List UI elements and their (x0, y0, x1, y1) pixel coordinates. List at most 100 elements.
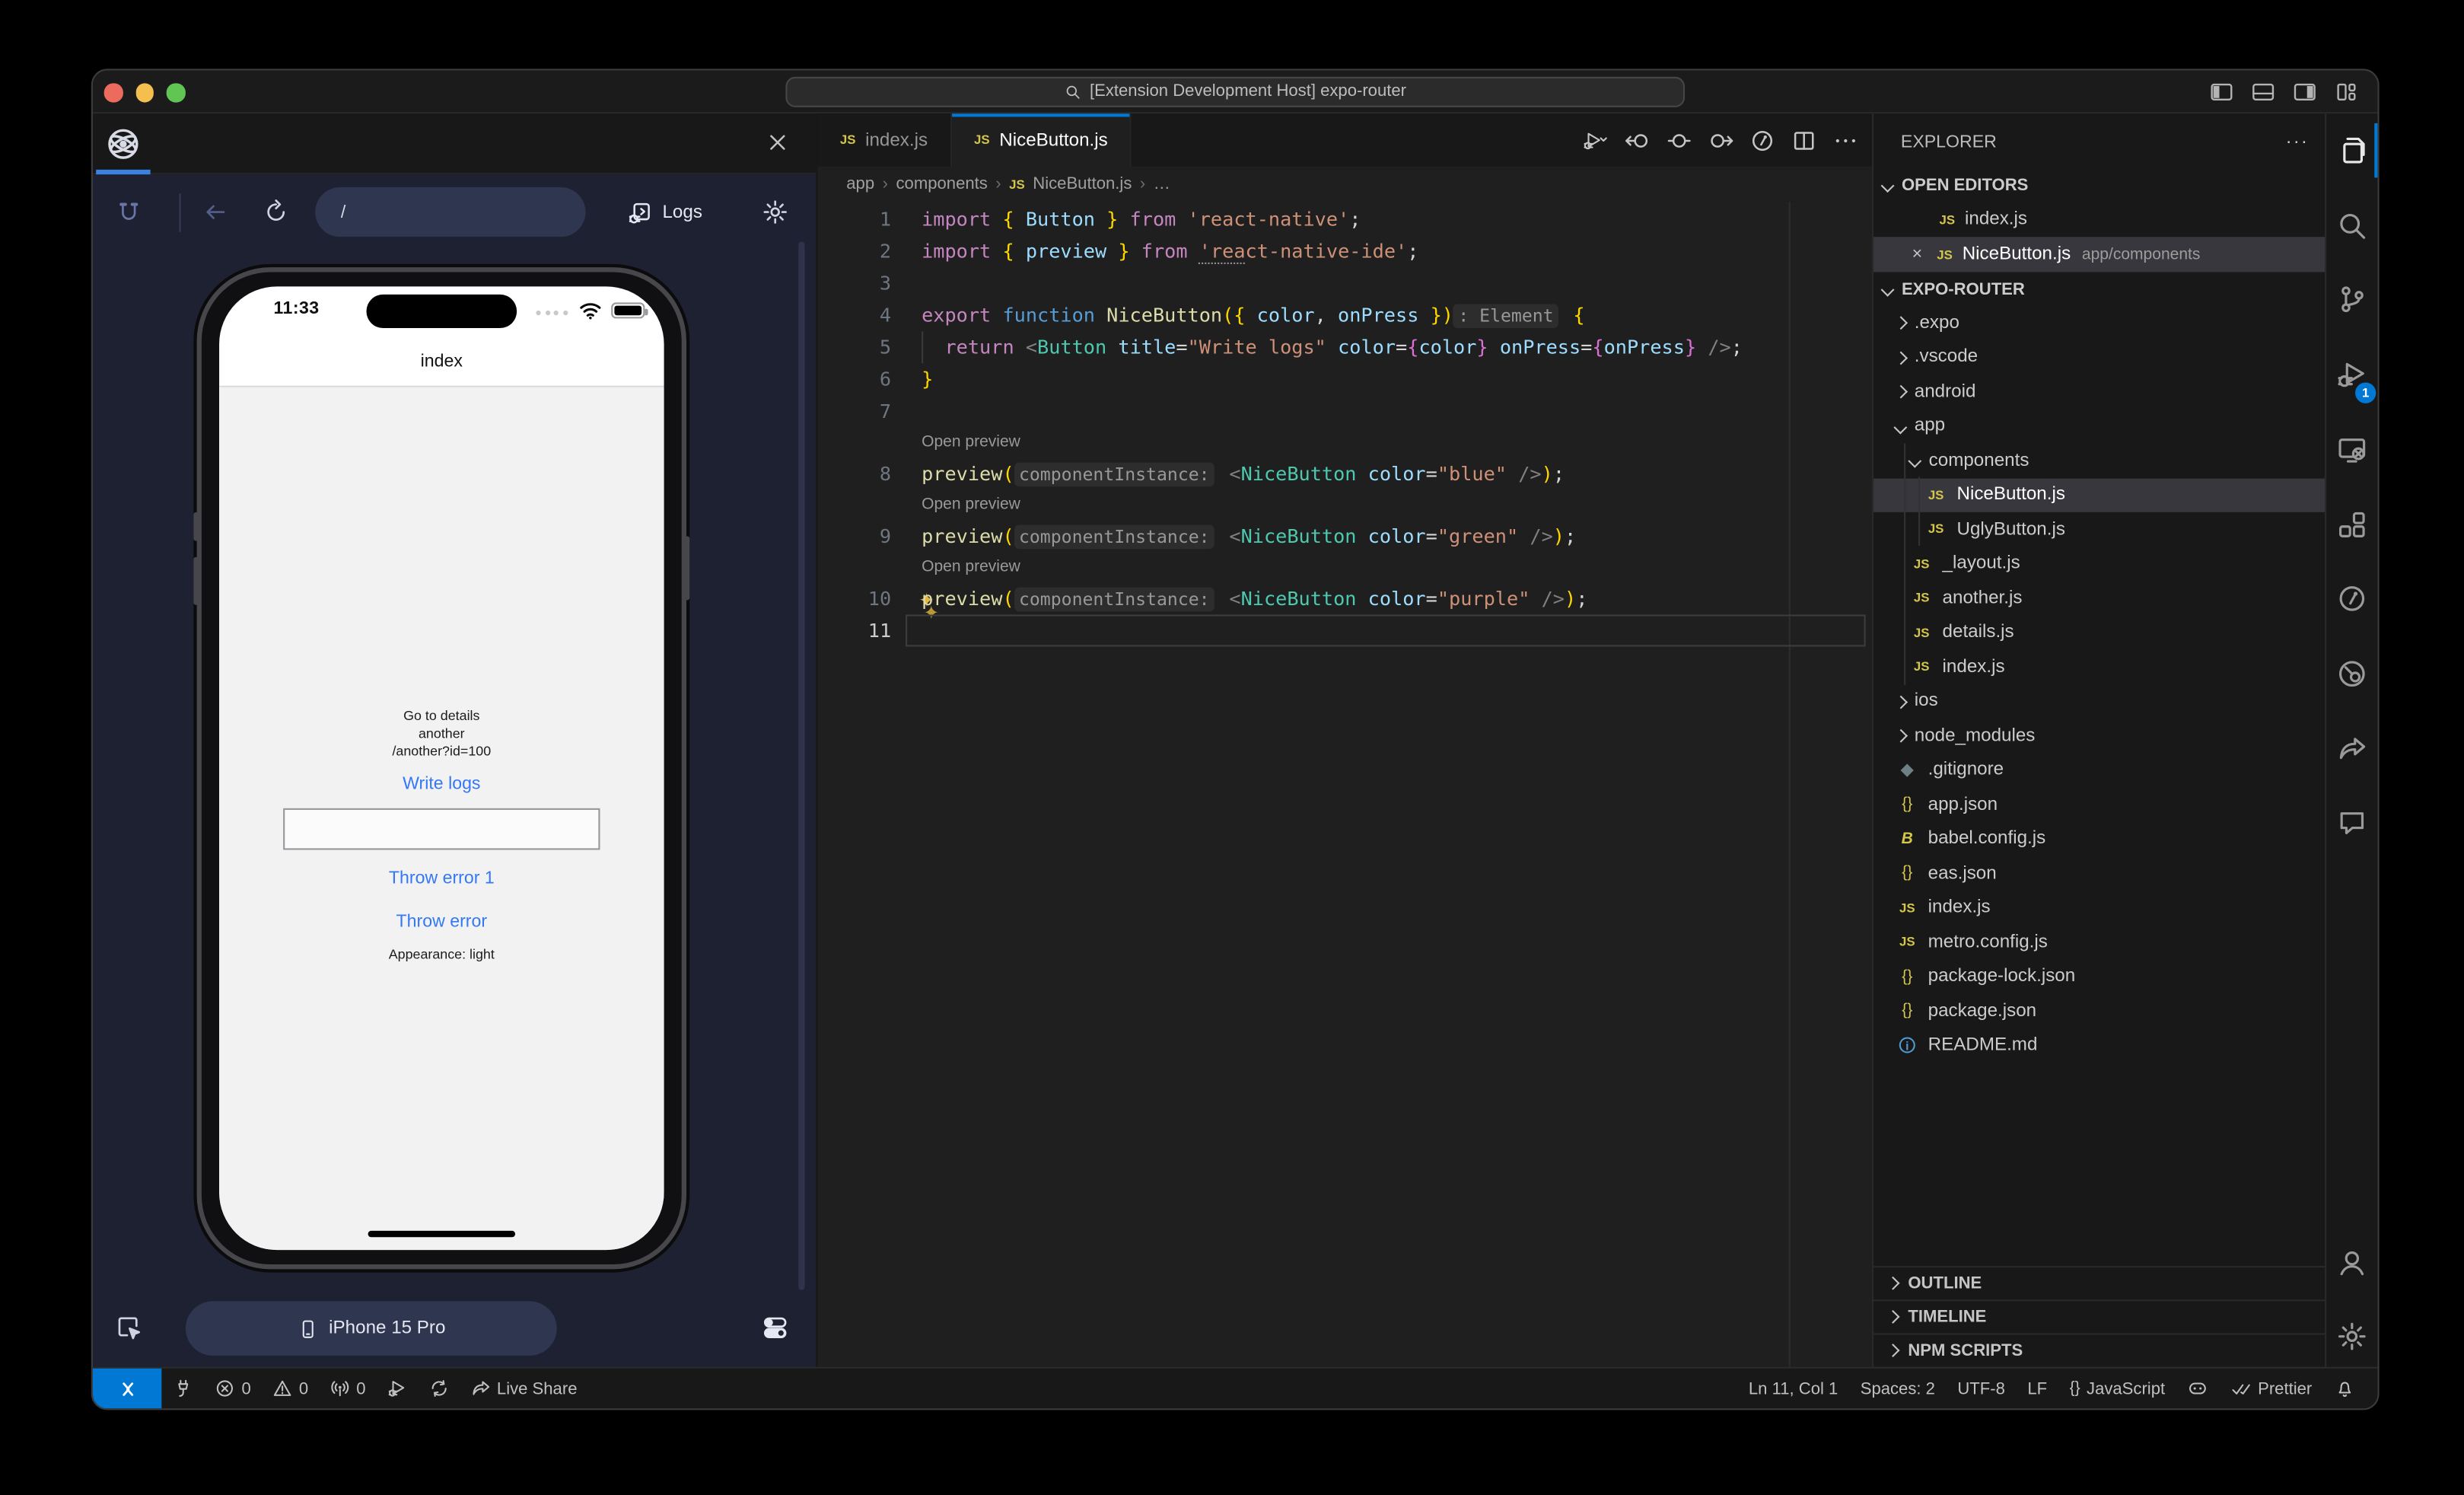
tab-radon-ide[interactable] (96, 113, 150, 174)
tree-item-package-json[interactable]: {}package.json (1873, 994, 2325, 1028)
panel-left-icon[interactable] (2210, 80, 2234, 104)
tree-item--expo[interactable]: .expo (1873, 306, 2325, 340)
reload-icon[interactable] (263, 199, 290, 226)
close-window-button[interactable] (104, 83, 123, 101)
breadcrumb-item[interactable]: … (1154, 174, 1170, 193)
activity-references-icon[interactable] (2326, 642, 2377, 706)
tree-item-index-js[interactable]: JSindex.js (1873, 891, 2325, 925)
activity-explorer-icon[interactable] (2326, 119, 2377, 183)
tree-item-eas-json[interactable]: {}eas.json (1873, 856, 2325, 891)
tree-item--vscode[interactable]: .vscode (1873, 340, 2325, 375)
activity-device-preview-icon[interactable] (2326, 417, 2377, 481)
breadcrumb-item[interactable]: NiceButton.js (1033, 174, 1132, 193)
status-encoding[interactable]: UTF-8 (1957, 1379, 2005, 1398)
panel-scrollbar[interactable] (798, 241, 804, 1289)
activity-extensions-icon[interactable] (2326, 492, 2377, 556)
phone-text-input[interactable] (283, 808, 600, 850)
activity-comments-icon[interactable] (2326, 791, 2377, 855)
breadcrumb-item[interactable]: app (846, 174, 874, 193)
throw-error-button[interactable]: Throw error (396, 912, 488, 931)
url-bar[interactable]: / (315, 187, 585, 237)
tree-item-babel-config-js[interactable]: Bbabel.config.js (1873, 822, 2325, 856)
section-npm-scripts[interactable]: NPM SCRIPTS (1873, 1333, 2325, 1366)
open-preview-codelens[interactable]: Open preview (922, 552, 1020, 582)
status-errors[interactable]: 0 (215, 1378, 251, 1398)
settings-gear-icon[interactable] (762, 199, 789, 226)
layout-grid-icon[interactable] (2335, 80, 2359, 104)
activity-account-icon[interactable] (2326, 1231, 2377, 1295)
another-id-link[interactable]: /another?id=100 (392, 743, 491, 760)
step-dot-icon[interactable] (1666, 127, 1693, 153)
activity-search-icon[interactable] (2326, 193, 2377, 257)
tree-item-nicebutton-js[interactable]: JSNiceButton.js (1873, 478, 2325, 512)
activity-source-control-icon[interactable] (2326, 268, 2377, 332)
run-dropdown-icon[interactable] (1582, 127, 1609, 153)
status-copilot[interactable] (2188, 1378, 2208, 1398)
close-panel-icon[interactable] (765, 129, 791, 155)
tree-item-details-js[interactable]: JSdetails.js (1873, 615, 2325, 649)
inspect-element-icon[interactable] (115, 199, 142, 226)
step-back-icon[interactable] (1624, 127, 1651, 153)
minimize-window-button[interactable] (135, 83, 154, 101)
tree-item-ios[interactable]: ios (1873, 684, 2325, 719)
tree-item-app-json[interactable]: {}app.json (1873, 787, 2325, 821)
throw-error-1-button[interactable]: Throw error 1 (389, 869, 495, 888)
activity-share-icon[interactable] (2326, 716, 2377, 780)
more-actions-icon[interactable]: ··· (2286, 132, 2309, 151)
tab-index-js[interactable]: JS index.js (817, 113, 951, 166)
appearance-toggles-icon[interactable] (762, 1314, 789, 1341)
open-editors-section-header[interactable]: OPEN EDITORS (1873, 170, 2325, 202)
activity-history-icon[interactable] (2326, 567, 2377, 631)
status-live-share[interactable]: Live Share (470, 1378, 577, 1398)
tree-item-components[interactable]: components (1873, 443, 2325, 477)
tree-item-metro-config-js[interactable]: JSmetro.config.js (1873, 925, 2325, 959)
status-sync[interactable] (428, 1378, 449, 1398)
open-editor-item[interactable]: ×JSNiceButton.jsapp/components (1873, 237, 2325, 272)
status-warnings[interactable]: 0 (272, 1378, 308, 1398)
tree-item-index-js[interactable]: JSindex.js (1873, 650, 2325, 684)
remote-indicator-button[interactable] (93, 1369, 161, 1409)
activity-settings-icon[interactable] (2326, 1305, 2377, 1369)
open-preview-codelens[interactable]: Open preview (922, 427, 1020, 457)
inspect-cursor-icon[interactable] (115, 1314, 142, 1341)
another-link[interactable]: another (419, 725, 465, 742)
zoom-window-button[interactable] (167, 83, 185, 101)
more-icon[interactable] (1832, 127, 1859, 153)
step-forward-icon[interactable] (1707, 127, 1734, 153)
tree-item-android[interactable]: android (1873, 375, 2325, 409)
panel-right-icon[interactable] (2293, 80, 2317, 104)
back-icon[interactable] (202, 199, 229, 226)
tree-item-app[interactable]: app (1873, 409, 2325, 443)
status-eol[interactable]: LF (2027, 1379, 2047, 1398)
project-section-header[interactable]: EXPO-ROUTER (1873, 274, 2325, 306)
code-editor[interactable]: 1import { Button } from 'react-native';2… (817, 202, 1872, 1367)
tree-item--gitignore[interactable]: ◆.gitignore (1873, 753, 2325, 787)
tree-item-readme-md[interactable]: iREADME.md (1873, 1028, 2325, 1063)
tree-item-package-lock-json[interactable]: {}package-lock.json (1873, 960, 2325, 994)
tree-item-another-js[interactable]: JSanother.js (1873, 581, 2325, 615)
open-preview-codelens[interactable]: Open preview (922, 489, 1020, 520)
tab-nicebutton-js[interactable]: JS NiceButton.js (952, 113, 1132, 166)
section-timeline[interactable]: TIMELINE (1873, 1299, 2325, 1333)
panel-bottom-icon[interactable] (2251, 80, 2275, 104)
tree-item-node-modules[interactable]: node_modules (1873, 719, 2325, 753)
activity-run-debug-icon[interactable]: 1 (2326, 343, 2377, 406)
open-editor-item[interactable]: JSindex.js (1873, 202, 2325, 237)
status-ports[interactable] (173, 1378, 193, 1398)
status-broadcast[interactable]: 0 (329, 1378, 365, 1398)
logs-button[interactable]: Logs (627, 187, 702, 237)
status-language-mode[interactable]: {}JavaScript (2070, 1379, 2166, 1398)
status-notifications[interactable] (2335, 1378, 2355, 1398)
status-indentation[interactable]: Spaces: 2 (1861, 1379, 1935, 1398)
iphone-screen[interactable]: 11:33 index Go to details another (219, 286, 664, 1250)
status-debug-status[interactable] (387, 1378, 407, 1398)
section-outline[interactable]: OUTLINE (1873, 1266, 2325, 1299)
tree-item-uglybutton-js[interactable]: JSUglyButton.js (1873, 512, 2325, 547)
close-editor-icon[interactable]: × (1912, 245, 1923, 264)
breadcrumb-item[interactable]: components (896, 174, 988, 193)
go-to-details-link[interactable]: Go to details (403, 707, 479, 725)
device-selector-button[interactable]: iPhone 15 Pro (186, 1301, 557, 1355)
split-editor-icon[interactable] (1791, 127, 1818, 153)
status-formatter[interactable]: Prettier (2230, 1378, 2312, 1398)
write-logs-button[interactable]: Write logs (403, 775, 480, 794)
